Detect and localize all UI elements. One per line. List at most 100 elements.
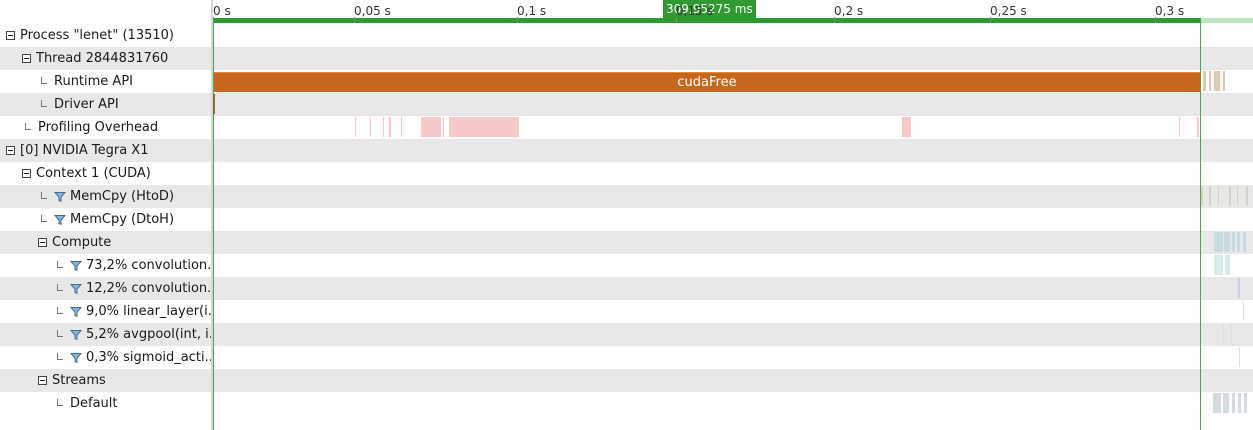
tree-node-memcpy-htod[interactable]: MemCpy (HtoD) [38, 185, 174, 208]
tree-row-kernel-2[interactable]: 12,2% convolution... [0, 277, 220, 300]
timeline-row-memcpy-dtoh[interactable] [213, 208, 1253, 231]
timeline-row-streams[interactable] [213, 369, 1253, 392]
memcpy-htod-mark[interactable] [1209, 186, 1211, 206]
timeline-row-profiling-overhead[interactable] [213, 116, 1253, 139]
tree-row-runtime-api[interactable]: Runtime API [0, 70, 211, 93]
profiling-overhead-mark[interactable] [1197, 117, 1199, 137]
runtime-api-call[interactable] [1223, 71, 1225, 91]
default-stream-mark[interactable] [1244, 393, 1247, 413]
profiling-overhead-mark[interactable] [449, 117, 519, 137]
profiling-overhead-mark[interactable] [401, 117, 402, 137]
tree-node-kernel-2[interactable]: 12,2% convolution... [54, 277, 220, 300]
compute-kernel-mark[interactable] [1224, 232, 1230, 252]
tree-node-gpu[interactable]: [0] NVIDIA Tegra X1 [6, 139, 148, 162]
profiling-overhead-mark[interactable] [1179, 117, 1180, 137]
collapse-toggle-icon[interactable] [6, 146, 15, 155]
selection-range-bar[interactable] [213, 18, 1200, 23]
default-stream-mark[interactable] [1232, 393, 1235, 413]
timeline-panel[interactable]: 309,95275 ms 0 s 0,05 s 0,1 s 0,15 s 0,2 s 0,… [213, 0, 1253, 430]
tree-row-compute[interactable]: Compute [0, 231, 211, 254]
default-stream-mark[interactable] [1238, 393, 1241, 413]
tree-node-kernel-1[interactable]: 73,2% convolution... [54, 254, 220, 277]
compute-kernel-mark[interactable] [1237, 232, 1240, 252]
tree-node-profiling-overhead[interactable]: Profiling Overhead [22, 116, 158, 139]
tree-branch-icon [38, 191, 48, 202]
timeline-row-kernel-4[interactable] [213, 323, 1253, 346]
collapse-toggle-icon[interactable] [22, 54, 31, 63]
time-ruler[interactable]: 309,95275 ms 0 s 0,05 s 0,1 s 0,15 s 0,2 s 0,… [213, 0, 1253, 24]
tree-row-kernel-5[interactable]: 0,3% sigmoid_acti... [0, 346, 217, 369]
timeline-row-kernel-5[interactable] [213, 346, 1253, 369]
cuda-free-bar[interactable]: cudaFree [214, 72, 1200, 92]
timeline-row-default-stream[interactable] [213, 392, 1253, 415]
memcpy-htod-mark[interactable] [1218, 186, 1219, 206]
runtime-api-call[interactable] [1209, 71, 1211, 91]
runtime-api-call[interactable] [1214, 71, 1220, 91]
memcpy-htod-mark[interactable] [1246, 186, 1248, 206]
timeline-row-memcpy-htod[interactable] [213, 185, 1253, 208]
tree-node-compute[interactable]: Compute [38, 231, 111, 254]
timeline-row-kernel-1[interactable] [213, 254, 1253, 277]
tree-row-kernel-3[interactable]: 9,0% linear_layer(i... [0, 300, 220, 323]
tree-node-process[interactable]: Process "lenet" (13510) [6, 24, 174, 47]
compute-kernel-mark[interactable] [1243, 232, 1246, 252]
kernel-3-mark[interactable] [1243, 301, 1244, 321]
kernel-5-mark[interactable] [1239, 347, 1240, 367]
profiling-overhead-mark[interactable] [389, 117, 391, 137]
default-stream-mark[interactable] [1223, 393, 1229, 413]
timeline-row-process[interactable] [213, 24, 1253, 47]
tree-node-kernel-5[interactable]: 0,3% sigmoid_acti... [54, 346, 217, 369]
tree-row-process[interactable]: Process "lenet" (13510) [0, 24, 211, 47]
kernel-1-mark[interactable] [1225, 255, 1230, 275]
timeline-row-thread[interactable] [213, 47, 1253, 70]
tree-row-kernel-1[interactable]: 73,2% convolution... [0, 254, 220, 277]
profiling-overhead-mark[interactable] [902, 117, 911, 137]
memcpy-htod-mark[interactable] [1237, 186, 1238, 206]
collapse-toggle-icon[interactable] [22, 169, 31, 178]
tree-node-thread[interactable]: Thread 2844831760 [22, 47, 168, 70]
runtime-api-call[interactable] [1203, 71, 1206, 91]
tree-row-memcpy-htod[interactable]: MemCpy (HtoD) [0, 185, 211, 208]
tree-row-streams[interactable]: Streams [0, 369, 211, 392]
profiling-overhead-mark[interactable] [421, 117, 441, 137]
timeline-row-kernel-2[interactable] [213, 277, 1253, 300]
timeline-row-gpu[interactable] [213, 139, 1253, 162]
tree-node-kernel-4[interactable]: 5,2% avgpool(int, i... [54, 323, 221, 346]
tree-row-driver-api[interactable]: Driver API [0, 93, 211, 116]
tree-node-kernel-3[interactable]: 9,0% linear_layer(i... [54, 300, 220, 323]
memcpy-htod-mark[interactable] [1229, 186, 1231, 206]
tree-row-thread[interactable]: Thread 2844831760 [0, 47, 211, 70]
timeline-row-compute[interactable] [213, 231, 1253, 254]
tree-node-memcpy-dtoh[interactable]: MemCpy (DtoH) [38, 208, 174, 231]
collapse-toggle-icon[interactable] [38, 376, 47, 385]
tree-row-gpu[interactable]: [0] NVIDIA Tegra X1 [0, 139, 211, 162]
profiling-overhead-mark[interactable] [443, 117, 444, 137]
timeline-row-context[interactable] [213, 162, 1253, 185]
tree-node-context[interactable]: Context 1 (CUDA) [22, 162, 151, 185]
collapse-toggle-icon[interactable] [6, 31, 15, 40]
tree-node-driver-api[interactable]: Driver API [38, 93, 119, 116]
kernel-4-mark[interactable] [1223, 324, 1224, 344]
memcpy-htod-mark[interactable] [1201, 186, 1203, 206]
tree-row-profiling-overhead[interactable]: Profiling Overhead [0, 116, 211, 139]
timeline-row-driver-api[interactable] [213, 93, 1253, 116]
compute-kernel-mark[interactable] [1214, 232, 1223, 252]
tree-row-kernel-4[interactable]: 5,2% avgpool(int, i... [0, 323, 221, 346]
profiling-overhead-mark[interactable] [370, 117, 371, 137]
profiling-overhead-mark[interactable] [383, 117, 384, 137]
tree-row-memcpy-dtoh[interactable]: MemCpy (DtoH) [0, 208, 211, 231]
tree-node-default-stream[interactable]: Default [54, 392, 118, 415]
tree-node-streams[interactable]: Streams [38, 369, 106, 392]
kernel-4-mark[interactable] [1231, 324, 1232, 344]
tree-row-context[interactable]: Context 1 (CUDA) [0, 162, 211, 185]
driver-api-call[interactable] [213, 94, 215, 114]
kernel-1-mark[interactable] [1214, 255, 1223, 275]
default-stream-mark[interactable] [1213, 393, 1221, 413]
timeline-row-kernel-3[interactable] [213, 300, 1253, 323]
tree-node-runtime-api[interactable]: Runtime API [38, 70, 133, 93]
compute-kernel-mark[interactable] [1232, 232, 1235, 252]
collapse-toggle-icon[interactable] [38, 238, 47, 247]
kernel-2-mark[interactable] [1238, 278, 1240, 298]
tree-row-default-stream[interactable]: Default [0, 392, 211, 415]
profiling-overhead-mark[interactable] [355, 117, 356, 137]
